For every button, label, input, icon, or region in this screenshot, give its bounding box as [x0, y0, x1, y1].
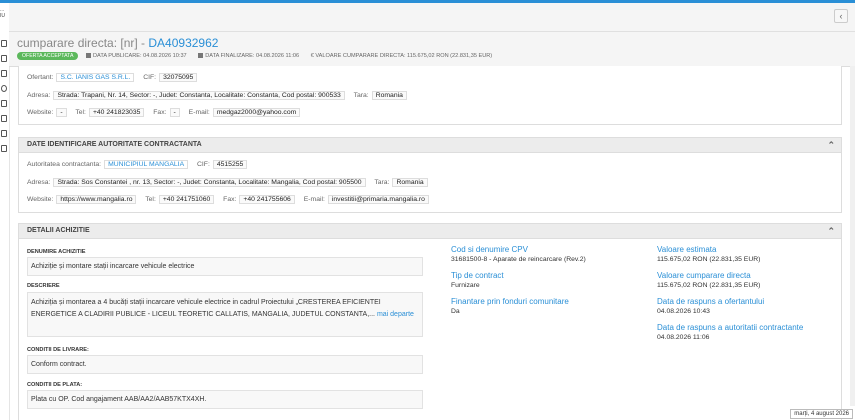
- read-more-link[interactable]: mai departe: [377, 311, 414, 318]
- calendar-icon: [198, 53, 204, 58]
- page-title: cumparare directa: [nr] - DA40932962: [17, 36, 218, 50]
- chevron-left-icon: ‹: [839, 11, 843, 21]
- back-button[interactable]: ‹: [834, 9, 848, 23]
- authority-row-1: Autoritatea contractanta: MUNICIPIUL MANG…: [27, 160, 254, 169]
- authority-name-link[interactable]: MUNICIPIUL MANGALIA: [104, 160, 189, 169]
- document-icon[interactable]: [1, 40, 7, 47]
- app-header: ‹: [9, 3, 855, 32]
- status-badge: OFERTA ACCEPTATA: [17, 52, 79, 60]
- authority-response-date: 04.08.2026 11:06: [657, 334, 710, 341]
- authority-row-3: Website: https://www.mangalia.ro Tel: +40 …: [27, 195, 436, 204]
- procurement-titlebar: cumparare directa: [nr] - DA40932962 OFE…: [9, 32, 855, 67]
- meta-row: OFERTA ACCEPTATA DATA PUBLICARE: 04.08.2…: [17, 52, 502, 60]
- bidder-name-link[interactable]: S.C. IANIS GAS S.R.L.: [56, 73, 135, 82]
- cpv-value: 31681500-8 - Aparate de reincarcare (Rev…: [451, 256, 586, 263]
- authority-phone: +40 241751060: [158, 195, 215, 204]
- purchase-value-label: Valoare cumparare directa: [657, 271, 751, 280]
- date-tooltip: marți, 4 august 2026: [790, 409, 853, 419]
- authority-cif: 4515255: [212, 160, 248, 169]
- publication-date: DATA PUBLICARE: 04.08.2026 10:37: [85, 53, 187, 59]
- eu-funds-value: Da: [451, 308, 460, 315]
- payment-conditions: Plata cu OP. Cod angajament AAB/AA2/AAB5…: [27, 390, 423, 409]
- direct-purchase-value: € VALOARE CUMPARARE DIRECTA: 115.675,02 …: [310, 53, 493, 59]
- authority-response-label: Data de raspuns a autoritatii contractan…: [657, 323, 804, 332]
- name-label: DENUMIRE ACHIZITIE: [27, 249, 86, 255]
- authority-heading[interactable]: DATE IDENTIFICARE AUTORITATE CONTRACTANT…: [19, 138, 841, 153]
- bidder-phone: +40 241823035: [88, 108, 145, 117]
- purchase-value: 115.675,02 RON (22.831,35 EUR): [657, 282, 761, 289]
- authority-email: investitii@primaria.mangalia.ro: [327, 195, 429, 204]
- authority-panel: DATE IDENTIFICARE AUTORITATE CONTRACTANT…: [18, 137, 842, 213]
- chevron-up-icon[interactable]: ⌃: [827, 138, 835, 152]
- eu-funds-label: Finantare prin fonduri comunitare: [451, 297, 569, 306]
- description-text: Achiziția și montarea a 4 bucăți stații …: [31, 299, 381, 318]
- save-icon[interactable]: [1, 130, 7, 137]
- authority-address: Strada: Sos Constantei , nr. 13, Sector:…: [53, 178, 366, 187]
- help-icon[interactable]: [1, 85, 7, 92]
- bidder-country: Romania: [371, 91, 407, 100]
- calendar-icon: [85, 53, 91, 58]
- procurement-code: DA40932962: [148, 36, 219, 50]
- details-panel: DETALII ACHIZITIE ⌃ DENUMIRE ACHIZITIE Ac…: [18, 223, 842, 420]
- authority-row-2: Adresa: Strada: Sos Constantei , nr. 13, …: [27, 178, 435, 187]
- bidder-row-2: Adresa: Strada: Trapani, Nr. 14, Sector: …: [27, 91, 414, 100]
- estimated-value-label: Valoare estimata: [657, 245, 717, 254]
- bidder-row-3: Website: - Tel: +40 241823035 Fax: - E-mail…: [27, 108, 307, 117]
- title-prefix: cumparare directa: [nr] -: [17, 36, 149, 50]
- authority-fax: +40 241755606: [239, 195, 295, 204]
- gear-icon[interactable]: [1, 100, 7, 107]
- description-label: DESCRIERE: [27, 283, 60, 289]
- bidder-address: Strada: Trapani, Nr. 14, Sector: -, Jude…: [53, 91, 345, 100]
- copy-icon[interactable]: [1, 70, 7, 77]
- authority-country: Romania: [392, 178, 428, 187]
- delivery-conditions: Conform contract.: [27, 355, 423, 374]
- delivery-label: CONDITII DE LIVRARE:: [27, 347, 89, 353]
- bidder-fax: -: [169, 108, 180, 117]
- bidder-website: -: [56, 108, 67, 117]
- scrollbar[interactable]: [850, 66, 855, 406]
- bidder-response-label: Data de raspuns a ofertantului: [657, 297, 765, 306]
- finalization-date: DATA FINALIZARE: 04.08.2026 11:06: [198, 53, 299, 59]
- cpv-label: Cod si denumire CPV: [451, 245, 528, 254]
- menu-label[interactable]: ... IU: [0, 7, 5, 19]
- logout-icon[interactable]: [1, 145, 7, 152]
- list-icon[interactable]: [1, 55, 7, 62]
- authority-website: https://www.mangalia.ro: [56, 195, 137, 204]
- bidder-cif: 32075095: [159, 73, 198, 82]
- table-icon[interactable]: [1, 115, 7, 122]
- payment-label: CONDITII DE PLATA:: [27, 382, 83, 388]
- bidder-email: medgaz2000@yahoo.com: [212, 108, 301, 117]
- estimated-value: 115.675,02 RON (22.831,35 EUR): [657, 256, 761, 263]
- description-box: Achiziția și montarea a 4 bucăți stații …: [27, 292, 423, 337]
- chevron-up-icon[interactable]: ⌃: [827, 224, 835, 238]
- bidder-row-1: Ofertant: S.C. IANIS GAS S.R.L. CIF: 32075…: [27, 73, 204, 82]
- bidder-response-date: 04.08.2026 10:43: [657, 308, 710, 315]
- procurement-name: Achiziție și montare stații incarcare ve…: [27, 257, 423, 276]
- details-heading[interactable]: DETALII ACHIZITIE ⌃: [19, 224, 841, 239]
- bidder-panel: Ofertant: S.C. IANIS GAS S.R.L. CIF: 32075…: [18, 66, 842, 125]
- contract-type-value: Furnizare: [451, 282, 480, 289]
- contract-type-label: Tip de contract: [451, 271, 504, 280]
